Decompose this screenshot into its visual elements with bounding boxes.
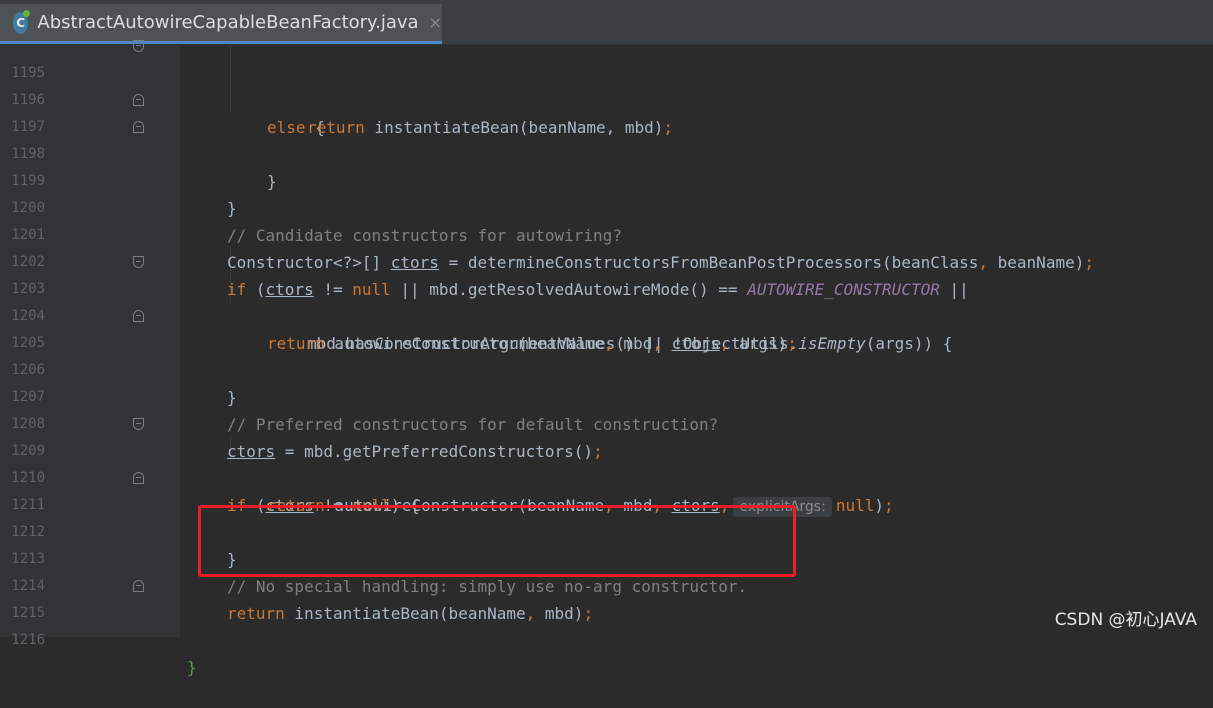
tab-filename: AbstractAutowireCapableBeanFactory.java xyxy=(37,12,419,33)
code-line: 1210 return autowireConstructor(beanName… xyxy=(0,438,1213,517)
code-line: 1211 } xyxy=(0,465,1213,569)
code-line: 1197 } xyxy=(0,87,1213,191)
code-line: 1204 return autowireConstructor(beanName… xyxy=(0,276,1213,353)
fold-icon[interactable] xyxy=(133,40,144,52)
code-line: 1205 } xyxy=(0,303,1213,407)
fold-icon[interactable] xyxy=(133,472,144,484)
fold-icon[interactable] xyxy=(133,256,144,268)
code-line: 1195 else { xyxy=(0,33,1213,137)
code-line: 1209 if (ctors != null) { xyxy=(0,411,1213,515)
code-text: } xyxy=(187,658,197,677)
code-line: 1203 mbd.hasConstructorArgumentValues() … xyxy=(0,249,1213,353)
code-line: 1202 if (ctors != null || mbd.getResolve… xyxy=(0,222,1213,299)
code-line: 1216 xyxy=(0,600,1213,648)
code-line: 1200 // Candidate constructors for autow… xyxy=(0,168,1213,245)
code-line: 1196 return instantiateBean(beanName, mb… xyxy=(0,60,1213,137)
code-line: 1199 xyxy=(0,141,1213,189)
code-line: 1201 Constructor<?>[] ctors = determineC… xyxy=(0,195,1213,272)
code-line: 1208 ctors = mbd.getPreferredConstructor… xyxy=(0,384,1213,461)
fold-icon[interactable] xyxy=(133,310,144,322)
code-line: 1206 xyxy=(0,330,1213,378)
fold-icon[interactable] xyxy=(133,580,144,592)
code-line: 1215 } xyxy=(0,573,1213,677)
fold-icon[interactable] xyxy=(133,418,144,430)
code-line: 1217 /** xyxy=(0,625,1213,637)
code-line: 1198 } xyxy=(0,114,1213,218)
red-highlight-box xyxy=(198,505,796,577)
close-icon[interactable]: × xyxy=(429,13,442,32)
fold-icon[interactable] xyxy=(133,121,144,133)
code-line: 1207 // Preferred constructors for defau… xyxy=(0,357,1213,434)
watermark: CSDN @初心JAVA xyxy=(1054,610,1197,630)
java-class-icon: C xyxy=(13,9,31,34)
fold-icon[interactable] xyxy=(133,94,144,106)
